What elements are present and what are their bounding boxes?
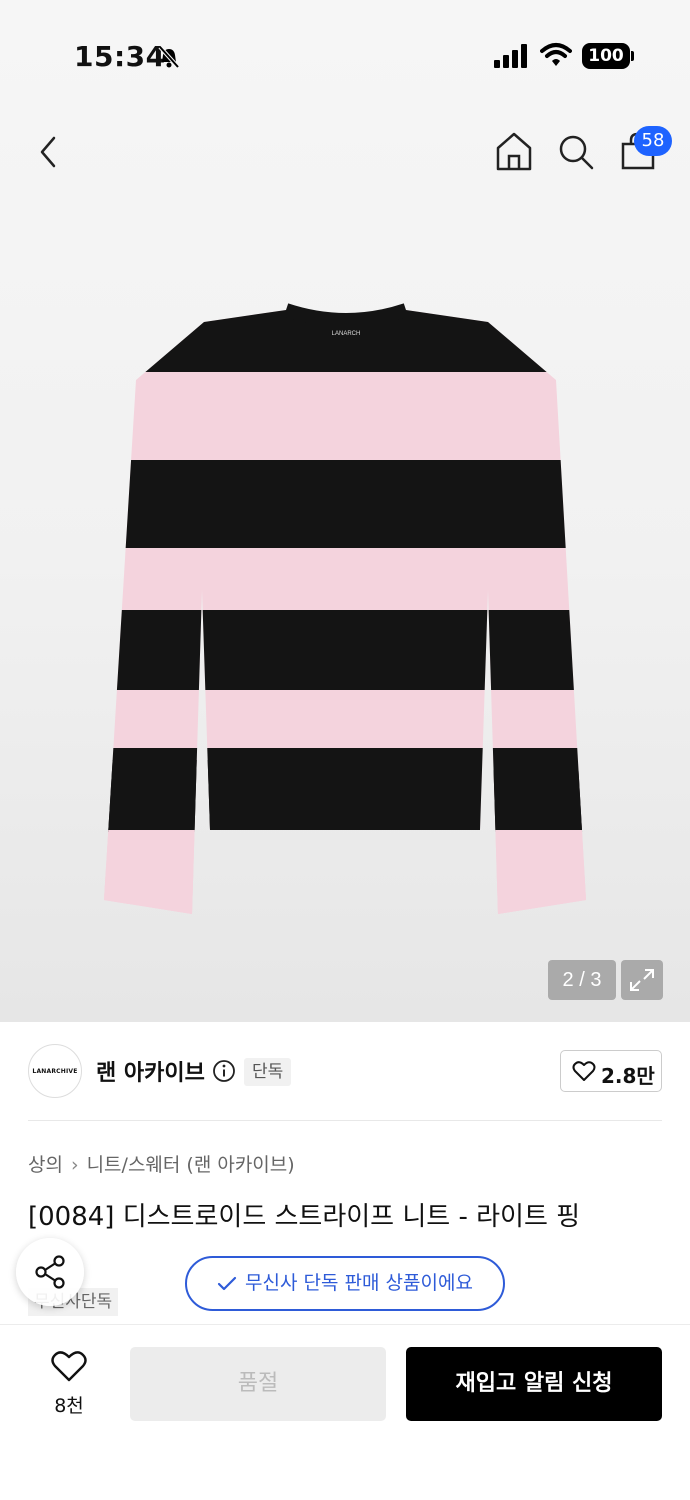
brand-like-button[interactable]: 2.8만 [560, 1050, 662, 1092]
heart-icon [51, 1351, 87, 1382]
info-icon[interactable] [212, 1059, 236, 1083]
bottom-action-bar: 8천 품절 재입고 알림 신청 [0, 1324, 690, 1500]
brand-like-count: 2.8만 [601, 1064, 655, 1088]
back-button[interactable] [30, 130, 70, 174]
home-icon[interactable] [494, 130, 534, 172]
restock-alert-button[interactable]: 재입고 알림 신청 [406, 1347, 662, 1421]
signal-icon [494, 44, 527, 68]
wishlist-button[interactable]: 8천 [40, 1349, 98, 1419]
battery-indicator: 100 [582, 43, 630, 69]
expand-icon [630, 969, 654, 991]
exclusive-notice-pill: 무신사 단독 판매 상품이에요 [185, 1256, 505, 1311]
check-icon [217, 1276, 237, 1290]
heart-icon [572, 1061, 596, 1081]
status-bar: 15:34 100 [0, 0, 690, 110]
expand-image-button[interactable] [621, 960, 663, 1000]
bell-muted-icon [158, 45, 180, 69]
brand-name[interactable]: 랜 아카이브 [96, 1055, 205, 1087]
brand-logo[interactable]: LANARCHIVE [28, 1044, 82, 1098]
share-icon [35, 1255, 65, 1289]
brand-row: LANARCHIVE 랜 아카이브 단독 2.8만 [0, 1022, 690, 1120]
exclusive-tag: 단독 [244, 1058, 292, 1086]
soldout-button: 품절 [130, 1347, 386, 1421]
chevron-left-icon [40, 136, 56, 168]
sweater-product-image: LANARCH [104, 303, 586, 914]
breadcrumb-category[interactable]: 상의 [28, 1154, 63, 1176]
status-time: 15:34 [74, 40, 166, 73]
sweater-brand-label: LANARCH [332, 331, 361, 337]
wishlist-count: 8천 [54, 1395, 84, 1417]
product-title: [0084] 디스트로이드 스트라이프 니트 - 라이트 핑 [28, 1202, 581, 1232]
search-icon[interactable] [556, 132, 596, 172]
battery-tip [631, 51, 634, 61]
share-button[interactable] [16, 1238, 84, 1306]
wifi-icon [540, 43, 572, 66]
exclusive-notice-text: 무신사 단독 판매 상품이에요 [245, 1272, 473, 1294]
image-counter: 2 / 3 [548, 960, 616, 1000]
breadcrumb: 상의 › 니트/스웨터 (랜 아카이브) [28, 1150, 295, 1177]
cart-count-badge: 58 [634, 126, 672, 156]
divider [28, 1120, 662, 1121]
chevron-right-icon: › [70, 1154, 79, 1176]
breadcrumb-subcategory[interactable]: 니트/스웨터 (랜 아카이브) [87, 1154, 295, 1176]
